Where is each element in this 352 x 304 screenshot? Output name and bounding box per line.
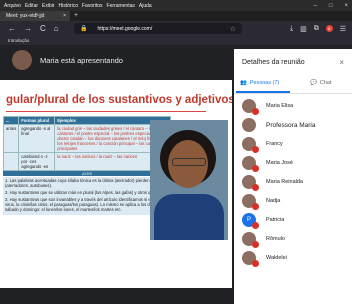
menu-file[interactable]: Arquivo [4,3,21,9]
panel-divider [234,93,352,94]
participant-name: Nadja [266,198,281,204]
sidebar-icon[interactable]: ⧉ [314,25,319,33]
participant-name: Professora Maria [266,121,316,129]
menu-bar: Arquivo Editar Exibir Histórico Favorito… [0,0,352,11]
download-icon[interactable]: ⤓ [290,25,293,33]
presenting-status: Maria está apresentando [40,56,123,65]
extension-badge[interactable]: 6 [325,25,333,32]
people-icon: 👥 [240,80,247,86]
panel-close-icon[interactable]: × [339,58,344,67]
address-bar[interactable]: 🔒 https://meet.google.com/ ☆ [74,23,242,34]
tab-chat-label: Chat [319,80,332,86]
star-icon[interactable]: ☆ [230,25,236,33]
avatar-letter: P [246,217,251,223]
bookmark-introducao[interactable]: Introdução [8,38,29,43]
table-cell [2,152,20,171]
menu-help[interactable]: Ajuda [139,3,152,9]
muted-badge-icon [252,165,259,172]
table-row: antes agregando -s al final la ciudad gr… [2,124,171,153]
participant-name: Maria Reinalda [266,179,303,185]
maximize-button[interactable]: □ [329,3,333,9]
table-row: cambiand o -z por -ces agregando -es la … [2,152,171,171]
avatar [242,99,259,115]
menu-history[interactable]: Histórico [59,3,78,9]
participant-item[interactable]: Maria Reinalda [242,175,346,191]
participant-item[interactable]: Nadja [242,194,346,210]
menu-icon[interactable]: ☰ [340,25,346,33]
webcam-video [150,120,228,240]
webcam-body [154,194,224,240]
muted-badge-icon [252,222,259,229]
menu-bookmarks[interactable]: Favoritos [82,3,103,9]
webcam-glasses [172,158,206,166]
close-window-button[interactable]: × [344,3,348,9]
browser-toolbar: ← → C ⌂ 🔒 https://meet.google.com/ ☆ ⤓ ▥… [0,21,352,36]
avatar [242,118,256,132]
tab-people-label: Pessoas (7) [249,80,280,86]
presenter-avatar [12,50,32,70]
participant-name: Patricia [266,217,285,223]
title-divider [6,111,206,112]
participant-name: Maria José [266,160,293,166]
avatar [242,175,259,191]
presenter-header: Maria está apresentando [0,45,230,75]
participant-item[interactable]: P Patricia [242,213,346,229]
participant-item[interactable]: Professora Maria [242,118,346,132]
avatar [242,137,259,153]
table-header: ... [2,116,20,125]
slide-title: gular/plural de los sustantivos y adjeti… [6,94,232,106]
table-cell: cambiand o -z por -ces agregando -es [18,152,56,171]
table-cell: agregando -s al final [18,124,56,153]
avatar [242,251,259,267]
participant-item[interactable]: Rômulo [242,232,346,248]
table-cell: antes [2,124,20,153]
menu-edit[interactable]: Editar [25,3,38,9]
avatar [242,156,259,172]
participant-name: Maria Elisa [266,103,294,109]
participant-name: Francy [266,141,283,147]
bookmarks-bar: Introdução [0,36,352,45]
participant-name: Rômulo [266,236,285,242]
muted-badge-icon [252,260,259,267]
chat-icon: 💬 [310,80,317,86]
participant-item[interactable]: Maria José [242,156,346,172]
url-text[interactable]: https://meet.google.com/ [97,26,152,32]
panel-title: Detalhes da reunião [242,59,305,66]
participant-name: Waldelei [266,255,287,261]
tab-people[interactable]: 👥 Pessoas (7) [240,80,279,86]
avatar [242,194,259,210]
table-header: Formas plural [18,116,56,125]
menu-tools[interactable]: Ferramentas [107,3,135,9]
shared-slide: gular/plural de los sustantivos y adjeti… [0,80,232,288]
ojo-banner: ¡OJO! [3,171,171,176]
avatar [242,232,259,248]
back-icon[interactable]: ← [8,24,16,33]
tab-bar: Meet: yux-etdf-jjd × + [0,11,352,21]
participant-item[interactable]: Francy [242,137,346,153]
grammar-table: ... Formas plural Ejemplos antes agregan… [2,116,171,171]
muted-badge-icon [252,108,259,115]
meeting-details-panel: Detalhes da reunião × 👥 Pessoas (7) 💬 Ch… [234,49,352,304]
window-controls: – □ × [314,0,348,11]
avatar: P [242,213,259,229]
tab-close-icon[interactable]: × [63,13,66,19]
toolbar-right-icons: ⤓ ▥ ⧉ 6 ☰ [290,21,346,36]
menu-view[interactable]: Exibir [42,3,55,9]
reload-icon[interactable]: C [40,24,46,33]
lock-icon: 🔒 [80,26,88,32]
tab-title: Meet: yux-etdf-jjd [6,13,45,19]
muted-badge-icon [252,241,259,248]
participant-item[interactable]: Maria Elisa [242,99,346,115]
muted-badge-icon [252,203,259,210]
muted-badge-icon [252,146,259,153]
forward-icon[interactable]: → [24,24,32,33]
tab-chat[interactable]: 💬 Chat [310,80,331,86]
muted-badge-icon [252,184,259,191]
new-tab-button[interactable]: + [74,12,78,19]
home-icon[interactable]: ⌂ [54,24,59,33]
participant-item[interactable]: Waldelei [242,251,346,267]
library-icon[interactable]: ▥ [300,25,307,33]
browser-tab[interactable]: Meet: yux-etdf-jjd × [0,11,70,21]
minimize-button[interactable]: – [314,3,317,9]
